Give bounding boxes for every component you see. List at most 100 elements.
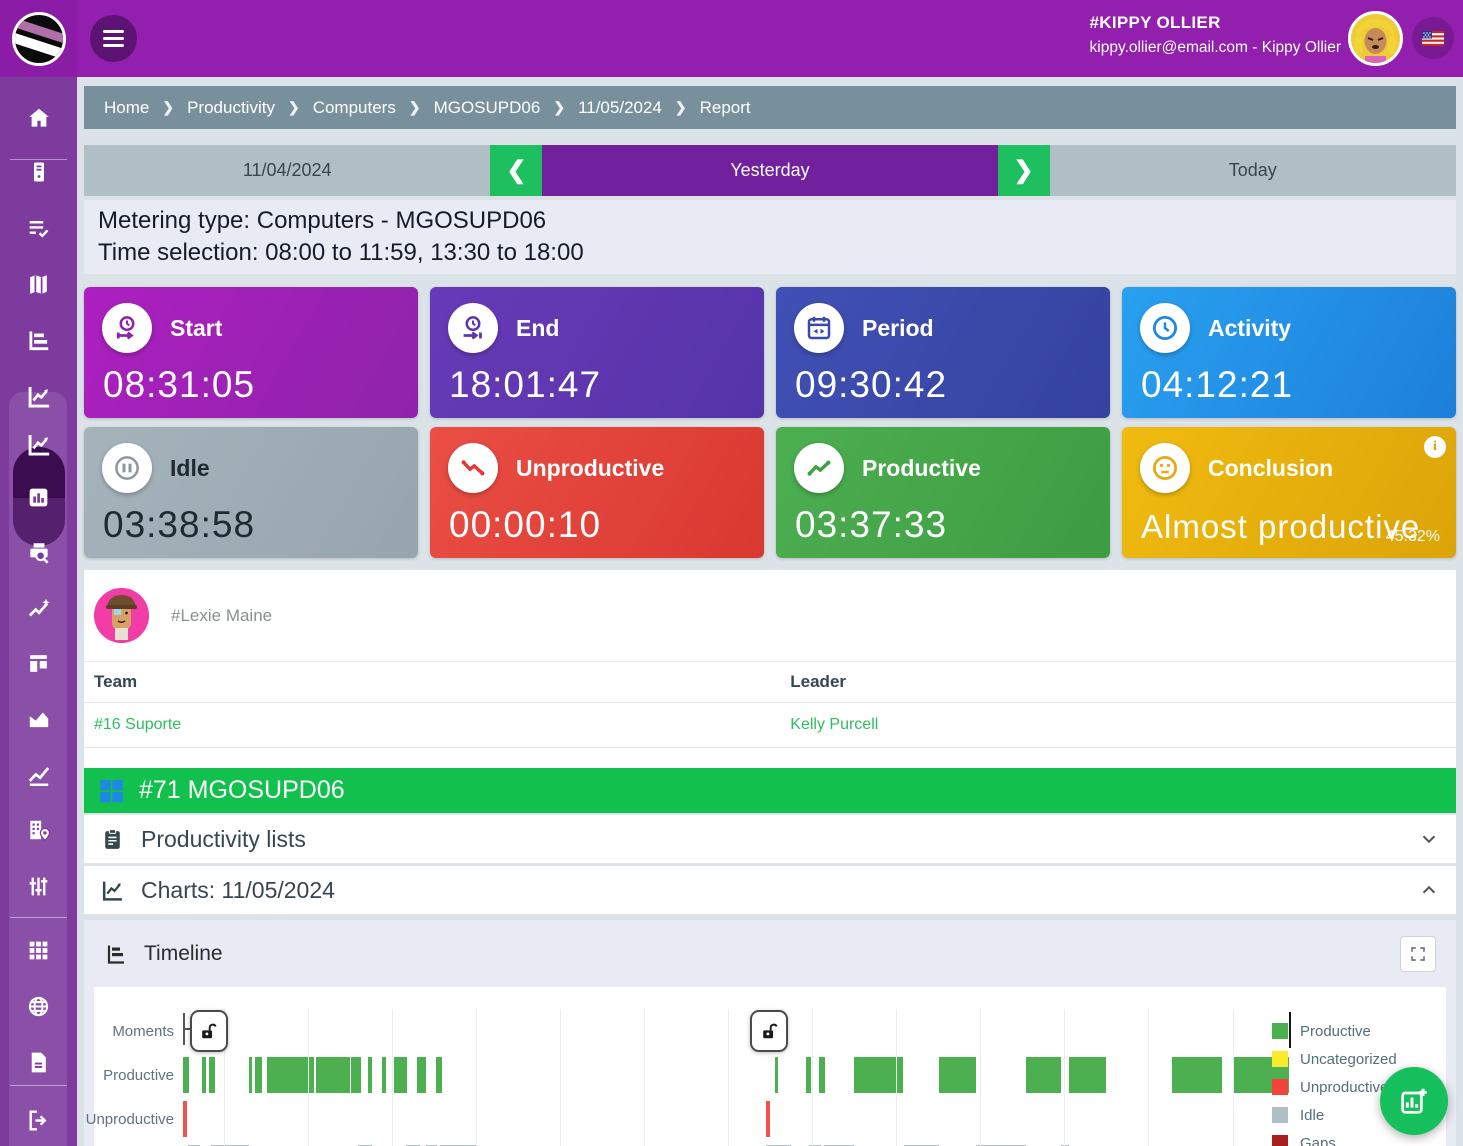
metering-info: Metering type: Computers - MGOSUPD06 Tim… [84,200,1456,274]
timeline-row-labels: Moments Productive Unproductive Idle [94,987,182,1146]
sidebar-item-bar-reports[interactable] [0,472,77,522]
sidebar-nav [0,77,77,1146]
logout-icon [26,1108,51,1133]
leader-link[interactable]: Kelly Purcell [790,716,878,733]
row-label-productive: Productive [94,1053,182,1097]
date-prev-arrow-icon[interactable]: ❮ [490,145,542,196]
sidebar-item-documents[interactable] [0,1037,77,1087]
add-chart-fab[interactable] [1380,1067,1448,1135]
date-prev-button[interactable]: 11/04/2024 [84,145,490,196]
timeline-row-unproductive [182,1097,1292,1141]
globe-icon [26,994,51,1019]
user-avatar[interactable] [1348,11,1403,66]
chevron-up-icon[interactable] [1418,879,1440,901]
timeline-segment-productive [368,1057,371,1093]
clock-icon [1140,303,1190,353]
gantt-chart-icon [26,327,52,353]
date-next-arrow-icon[interactable]: ❯ [998,145,1050,196]
timeline-chart: Moments Productive Unproductive Idle [94,987,1446,1146]
line-chart-icon [25,383,52,410]
team-link[interactable]: #16 Suporte [94,716,181,733]
breadcrumb-date[interactable]: 11/05/2024 [578,98,662,118]
sidebar-item-map[interactable] [0,259,77,309]
card-period-label: Period [862,315,934,342]
card-period-value: 09:30:42 [795,364,947,406]
productivity-lists-section[interactable]: Productivity lists [84,815,1456,864]
lock-open-icon [760,1022,779,1041]
sidebar-item-apps[interactable] [0,925,77,975]
sidebar-item-timeline-report[interactable] [0,315,77,365]
sidebar-item-locations[interactable] [0,805,77,855]
card-conclusion: Conclusion i Almost productive 45.32% [1122,427,1456,558]
timeline-header: Timeline [94,930,1446,978]
legend-item[interactable]: Productive [1272,1017,1432,1045]
card-period: Period 09:30:42 [776,287,1110,418]
timeline-segment-productive [267,1057,314,1093]
breadcrumb-computers[interactable]: Computers [313,98,396,118]
card-end: End 18:01:47 [430,287,764,418]
breadcrumb-sep-icon: ❯ [675,99,687,116]
timeline-segment-productive [436,1057,442,1093]
expand-icon [1409,945,1427,963]
columns-icon [26,651,51,676]
menu-hamburger-button[interactable] [90,15,137,62]
avatar-lexie-icon [94,588,149,643]
timeline-gridline [392,1009,393,1146]
breadcrumb-sep-icon: ❯ [162,99,174,116]
timeline-title: Timeline [144,942,223,966]
language-flag-button[interactable] [1412,17,1454,59]
fullscreen-button[interactable] [1400,936,1436,972]
chevron-down-icon[interactable] [1418,828,1440,850]
timeline-lock-button[interactable] [750,1010,788,1052]
sidebar-item-dashboard-columns[interactable] [0,638,77,688]
timeline-plot [182,1009,1292,1146]
breadcrumb-sep-icon: ❯ [288,99,300,116]
sidebar-item-line-charts[interactable] [0,750,77,800]
chart-plus-icon [1398,1085,1430,1117]
timeline-lock-button[interactable] [190,1010,228,1052]
sidebar-item-activity-lists[interactable] [0,203,77,253]
charts-section[interactable]: Charts: 11/05/2024 [84,866,1456,915]
date-current-button[interactable]: Yesterday [542,145,997,196]
sidebar-item-print-search[interactable] [0,528,77,578]
card-unproductive: Unproductive 00:00:10 [430,427,764,558]
sidebar-item-charts[interactable] [0,371,77,421]
sidebar-item-filters[interactable] [0,861,77,911]
sidebar-item-web[interactable] [0,981,77,1031]
team-table-row: #16 Suporte Kelly Purcell [84,703,1456,748]
date-today-button[interactable]: Today [1050,145,1456,196]
breadcrumb-machine[interactable]: MGOSUPD06 [434,98,541,118]
timeline-segment-productive [775,1057,778,1093]
breadcrumb-productivity[interactable]: Productivity [187,98,275,118]
app-logo[interactable] [0,0,77,77]
info-icon[interactable]: i [1424,436,1446,458]
timeline-gridline [980,1009,981,1146]
legend-label: Productive [1300,1023,1371,1040]
timeline-segment-productive [819,1057,825,1093]
sidebar-item-computers[interactable] [0,147,77,197]
stat-cards: Start 08:31:05 End 18:01:47 Period 09:30… [84,287,1456,558]
breadcrumb-report: Report [700,98,751,118]
avatar-lexie[interactable] [94,588,149,643]
row-label-moments: Moments [94,1009,182,1053]
card-unproductive-value: 00:00:10 [449,504,601,546]
breadcrumb-home[interactable]: Home [104,98,149,118]
timeline-segment-productive [394,1057,407,1093]
avatar-kippy-icon [1351,14,1400,63]
chart-icon [100,878,125,903]
clock-end-icon [448,303,498,353]
timeline-segment-productive [249,1057,252,1093]
leader-column-header: Leader [790,672,1446,692]
trend-up-icon [794,443,844,493]
timeline-gridline [896,1009,897,1146]
timeline-segment-productive [382,1057,386,1093]
sidebar-item-logout[interactable] [0,1095,77,1145]
legend-swatch [1272,1051,1288,1067]
sidebar-item-home[interactable] [0,93,77,143]
timeline-segment-productive [316,1057,349,1093]
sidebar-item-trends[interactable] [0,584,77,634]
user-tag: #KIPPY OLLIER [1090,13,1341,33]
sidebar-item-area-charts[interactable] [0,694,77,744]
sidebar-item-charts-alt[interactable] [0,419,77,469]
card-unproductive-label: Unproductive [516,455,664,482]
